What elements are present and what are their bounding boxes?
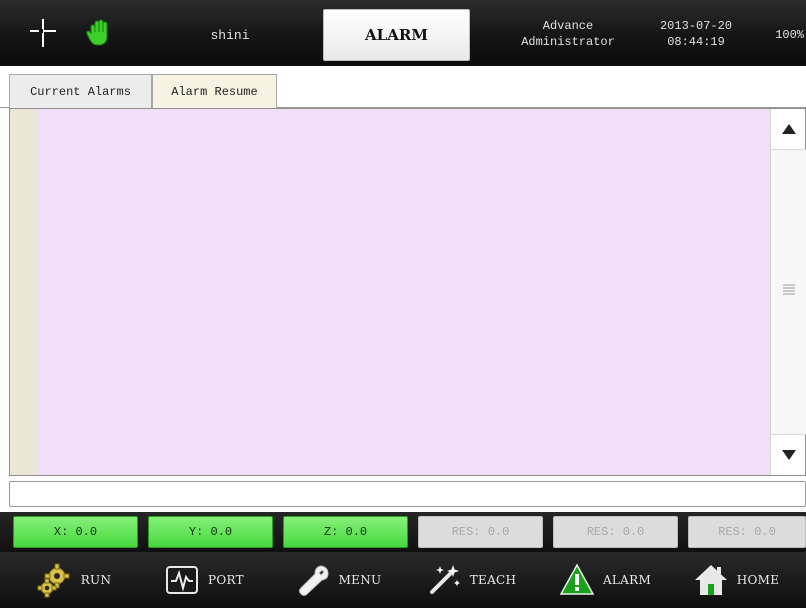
tab-alarm-resume[interactable]: Alarm Resume bbox=[152, 74, 277, 109]
nav-run-label: RUN bbox=[80, 573, 112, 587]
nav-home-label: HOME bbox=[736, 573, 780, 587]
tab-current-alarms[interactable]: Current Alarms bbox=[9, 74, 152, 108]
gear-icon bbox=[37, 563, 70, 598]
coord-res-1: RES: 0.0 bbox=[418, 516, 543, 548]
zoom-level: 100% bbox=[775, 28, 804, 42]
nav-menu-label: MENU bbox=[338, 573, 382, 587]
coord-x: X: 0.0 bbox=[13, 516, 138, 548]
nav-teach-label: TEACH bbox=[469, 573, 517, 587]
nav-alarm-button[interactable]: ALARM bbox=[541, 552, 669, 608]
scroll-up-button[interactable] bbox=[771, 109, 806, 149]
coordinate-bar: X: 0.0 Y: 0.0 Z: 0.0 RES: 0.0 RES: 0.0 R… bbox=[0, 512, 806, 552]
datetime: 2013-07-20 08:44:19 bbox=[646, 18, 746, 50]
nav-alarm-label: ALARM bbox=[602, 573, 652, 587]
nav-run-button[interactable]: RUN bbox=[10, 552, 138, 608]
access-level: Advance bbox=[542, 19, 594, 33]
header-bar: shini ALARM Advance Administrator 2013-0… bbox=[0, 0, 806, 66]
magic-wand-icon bbox=[429, 565, 460, 594]
nav-home-button[interactable]: HOME bbox=[672, 552, 800, 608]
date: 2013-07-20 bbox=[659, 19, 732, 33]
user-role: Advance Administrator bbox=[498, 18, 638, 50]
nav-menu-button[interactable]: MENU bbox=[274, 552, 402, 608]
arrow-down-icon bbox=[781, 450, 796, 460]
row-header-strip bbox=[10, 109, 37, 475]
coord-res-2: RES: 0.0 bbox=[553, 516, 678, 548]
scroll-thumb[interactable] bbox=[771, 149, 806, 435]
user-name: shini bbox=[210, 28, 250, 43]
home-icon bbox=[694, 565, 727, 595]
wrench-icon bbox=[298, 565, 329, 596]
coord-z: Z: 0.0 bbox=[283, 516, 408, 548]
grip-icon bbox=[783, 284, 795, 295]
nav-teach-button[interactable]: TEACH bbox=[407, 552, 535, 608]
alarm-resume-list[interactable] bbox=[9, 108, 806, 476]
coord-y: Y: 0.0 bbox=[148, 516, 273, 548]
arrow-up-icon bbox=[781, 124, 796, 134]
hand-icon[interactable] bbox=[84, 18, 114, 48]
bottom-nav: RUN PORT MENU TEACH ALARM HOME bbox=[0, 552, 806, 608]
pulse-icon bbox=[166, 566, 199, 594]
scroll-down-button[interactable] bbox=[771, 435, 806, 475]
message-bar bbox=[9, 481, 806, 507]
screen-title: ALARM bbox=[323, 9, 470, 61]
tab-bar: Current Alarms Alarm Resume bbox=[0, 66, 806, 109]
nav-port-button[interactable]: PORT bbox=[140, 552, 268, 608]
nav-port-label: PORT bbox=[208, 573, 244, 587]
crosshair-cursor-icon[interactable] bbox=[28, 18, 58, 48]
role-name: Administrator bbox=[521, 35, 615, 49]
warning-icon bbox=[559, 563, 595, 595]
time: 08:44:19 bbox=[667, 35, 725, 49]
vertical-scrollbar[interactable] bbox=[770, 109, 806, 475]
coord-res-3: RES: 0.0 bbox=[688, 516, 806, 548]
